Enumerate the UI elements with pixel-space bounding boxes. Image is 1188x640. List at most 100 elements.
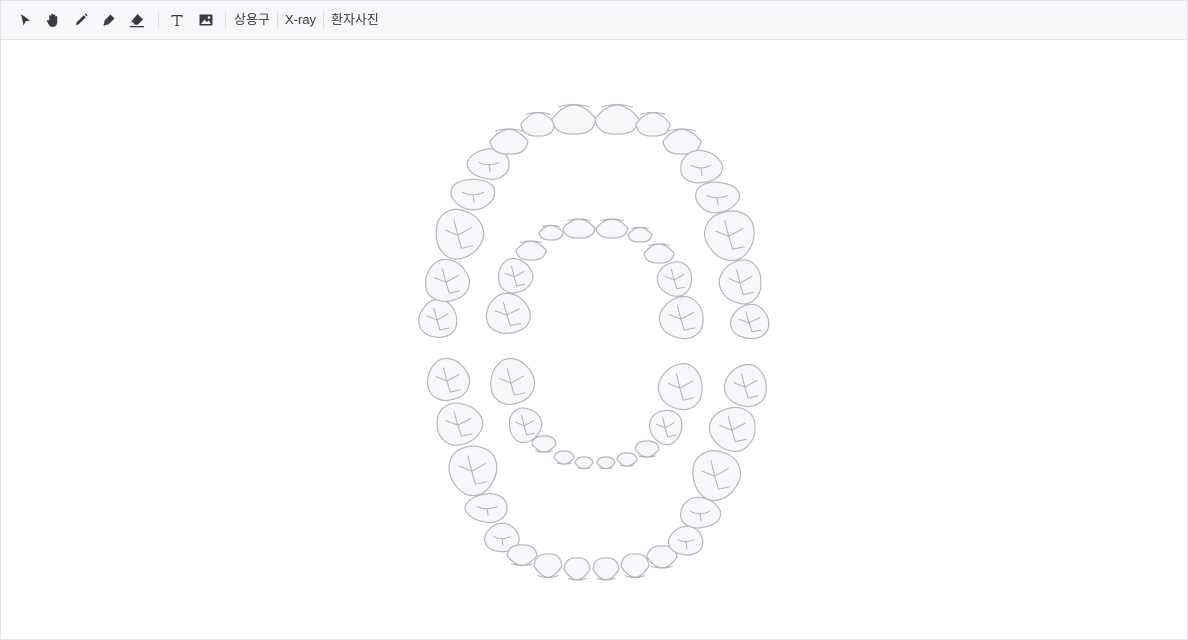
text-icon bbox=[169, 12, 185, 28]
permanent-lower-tooth-2[interactable] bbox=[436, 402, 484, 446]
primary-lower-tooth-8[interactable] bbox=[634, 440, 660, 458]
tooth-outline bbox=[729, 303, 770, 340]
permanent-lower-tooth-9[interactable] bbox=[592, 557, 620, 581]
permanent-upper-tooth-3[interactable] bbox=[435, 208, 485, 260]
tooth-outline bbox=[595, 218, 629, 239]
tooth-outline bbox=[418, 298, 458, 338]
highlighter-tool-button[interactable] bbox=[99, 10, 119, 30]
tooth-outline bbox=[520, 112, 556, 137]
primary-upper-tooth-5[interactable] bbox=[562, 218, 596, 239]
primary-upper-tooth-8[interactable] bbox=[643, 243, 675, 264]
permanent-upper-tooth-13[interactable] bbox=[695, 181, 741, 214]
permanent-lower-tooth-15[interactable] bbox=[708, 406, 756, 453]
primary-lower-tooth-7[interactable] bbox=[616, 452, 638, 467]
permanent-upper-tooth-15[interactable] bbox=[718, 259, 762, 305]
pencil-icon bbox=[73, 12, 89, 28]
permanent-upper-tooth-9[interactable] bbox=[594, 104, 640, 135]
tooth-outline bbox=[592, 557, 620, 581]
permanent-upper-tooth-16[interactable] bbox=[729, 303, 770, 340]
permanent-upper-tooth-4[interactable] bbox=[450, 178, 496, 211]
hand-icon bbox=[45, 12, 61, 28]
tooth-outline bbox=[679, 496, 722, 529]
tooth-outline bbox=[635, 112, 671, 137]
tooth-outline bbox=[596, 456, 616, 470]
tooth-outline bbox=[562, 218, 596, 239]
tooth-outline bbox=[627, 226, 653, 243]
patient-photo-button[interactable]: 환자사진 bbox=[331, 11, 379, 29]
primary-lower-tooth-9[interactable] bbox=[648, 409, 683, 446]
phrases-button[interactable]: 상용구 bbox=[234, 11, 270, 29]
tooth-outline bbox=[723, 363, 767, 408]
permanent-upper-tooth-12[interactable] bbox=[680, 149, 724, 184]
primary-lower-tooth-5[interactable] bbox=[574, 456, 594, 470]
drawing-canvas[interactable] bbox=[1, 40, 1187, 639]
tooth-outline bbox=[427, 357, 471, 402]
primary-lower-tooth-4[interactable] bbox=[553, 450, 575, 465]
primary-upper-tooth-6[interactable] bbox=[595, 218, 629, 239]
tooth-outline bbox=[489, 128, 529, 155]
xray-button[interactable]: X-ray bbox=[285, 11, 316, 29]
primary-upper-tooth-4[interactable] bbox=[538, 224, 564, 241]
primary-upper-tooth-2[interactable] bbox=[497, 257, 534, 294]
permanent-lower-tooth-8[interactable] bbox=[563, 557, 591, 581]
permanent-upper-tooth-6[interactable] bbox=[489, 128, 529, 155]
toolbar-divider bbox=[225, 12, 226, 28]
permanent-upper-tooth-10[interactable] bbox=[635, 111, 671, 137]
tooth-outline bbox=[620, 553, 650, 578]
primary-lower-tooth-3[interactable] bbox=[531, 435, 557, 453]
permanent-lower-tooth-10[interactable] bbox=[620, 553, 650, 579]
dental-chart-editor: 상용구 X-ray 환자사진 bbox=[0, 0, 1188, 640]
toolbar-divider bbox=[323, 12, 324, 28]
primary-upper-tooth-10[interactable] bbox=[658, 295, 704, 340]
primary-upper-tooth-7[interactable] bbox=[627, 226, 653, 243]
tooth-outline bbox=[657, 363, 703, 411]
tooth-outline bbox=[515, 240, 547, 261]
permanent-upper-tooth-14[interactable] bbox=[703, 210, 755, 262]
eraser-tool-button[interactable] bbox=[127, 10, 147, 30]
tooth-outline bbox=[634, 440, 660, 458]
toolbar-divider bbox=[158, 12, 159, 28]
toolbar: 상용구 X-ray 환자사진 bbox=[1, 1, 1187, 40]
select-tool-button[interactable] bbox=[15, 10, 35, 30]
teeth-group bbox=[418, 104, 770, 581]
image-tool-button[interactable] bbox=[196, 10, 216, 30]
primary-lower-tooth-6[interactable] bbox=[596, 456, 616, 470]
marker-icon bbox=[101, 12, 117, 28]
tooth-outline bbox=[553, 450, 575, 465]
permanent-lower-tooth-6[interactable] bbox=[506, 544, 538, 567]
permanent-lower-tooth-7[interactable] bbox=[533, 553, 563, 579]
permanent-lower-tooth-12[interactable] bbox=[667, 525, 704, 556]
eraser-icon bbox=[128, 12, 146, 28]
permanent-lower-tooth-3[interactable] bbox=[448, 445, 498, 497]
permanent-lower-tooth-13[interactable] bbox=[679, 496, 722, 529]
tooth-outline bbox=[658, 295, 704, 340]
permanent-upper-tooth-7[interactable] bbox=[520, 111, 556, 137]
pen-tool-button[interactable] bbox=[71, 10, 91, 30]
permanent-lower-tooth-4[interactable] bbox=[464, 493, 508, 524]
tooth-outline bbox=[551, 104, 597, 135]
tooth-outline bbox=[643, 243, 675, 264]
permanent-lower-tooth-14[interactable] bbox=[692, 450, 742, 502]
toolbar-divider bbox=[277, 12, 278, 28]
pan-tool-button[interactable] bbox=[43, 10, 63, 30]
dental-chart[interactable] bbox=[1, 40, 1187, 639]
tooth-outline bbox=[574, 456, 594, 470]
tooth-outline bbox=[563, 557, 591, 581]
permanent-lower-tooth-1[interactable] bbox=[427, 357, 471, 402]
tooth-outline bbox=[533, 553, 563, 578]
text-tool-button[interactable] bbox=[167, 10, 187, 30]
tooth-outline bbox=[594, 104, 640, 135]
permanent-lower-tooth-16[interactable] bbox=[723, 363, 767, 408]
pointer-arrow-icon bbox=[17, 12, 33, 28]
primary-upper-tooth-1[interactable] bbox=[485, 292, 531, 334]
primary-upper-tooth-3[interactable] bbox=[515, 240, 547, 261]
tooth-outline bbox=[680, 149, 724, 184]
primary-upper-tooth-9[interactable] bbox=[656, 261, 693, 297]
permanent-upper-tooth-1[interactable] bbox=[418, 298, 458, 338]
permanent-upper-tooth-2[interactable] bbox=[424, 258, 471, 303]
tooth-outline bbox=[464, 493, 508, 524]
tooth-outline bbox=[538, 224, 564, 241]
primary-lower-tooth-1[interactable] bbox=[490, 357, 536, 406]
permanent-upper-tooth-8[interactable] bbox=[551, 104, 597, 135]
primary-lower-tooth-10[interactable] bbox=[657, 363, 703, 411]
